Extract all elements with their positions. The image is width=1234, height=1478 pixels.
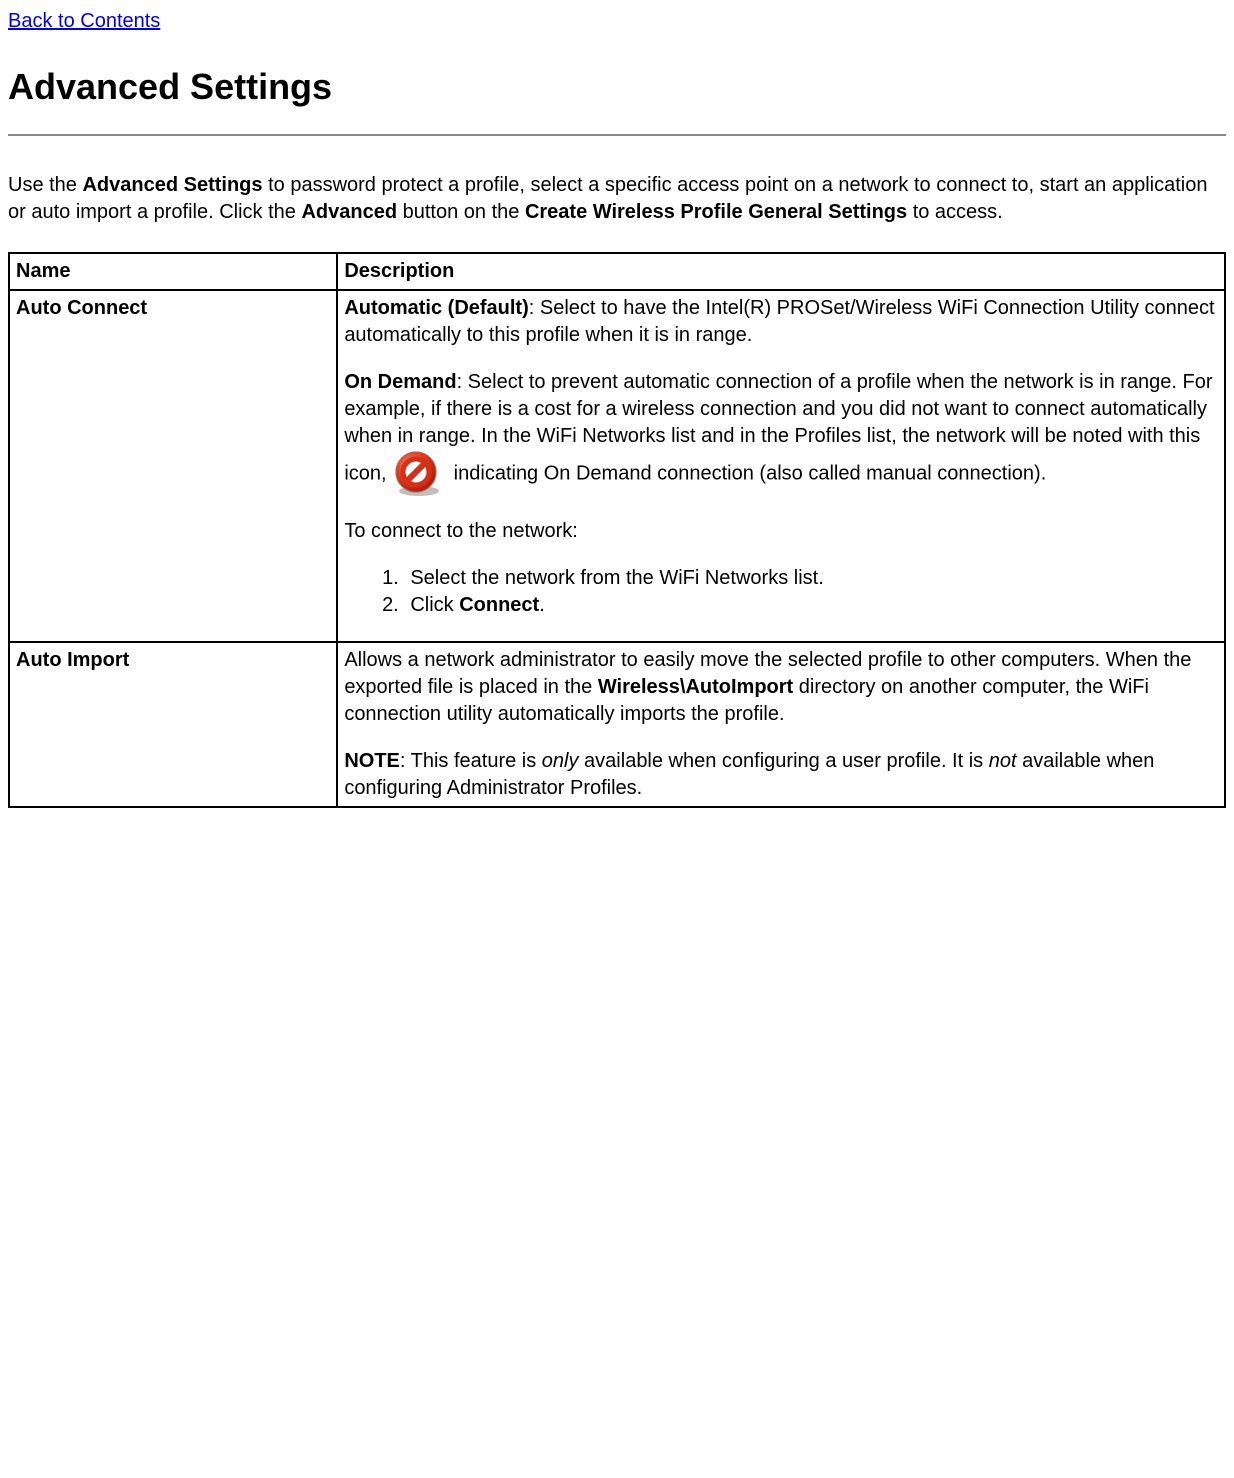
note-bold: NOTE: [344, 750, 400, 772]
intro-text: to access.: [907, 201, 1003, 223]
auto-import-note: NOTE: This feature is only available whe…: [344, 748, 1218, 802]
step2-pre: Click: [410, 594, 459, 616]
on-demand-icon: [392, 450, 446, 498]
table-row: Auto Connect Automatic (Default): Select…: [9, 290, 1225, 642]
back-to-contents-link[interactable]: Back to Contents: [8, 10, 160, 32]
row-name-auto-connect: Auto Connect: [9, 290, 337, 642]
note-text: available when configuring a user profil…: [579, 750, 989, 772]
on-demand-text-after-icon: indicating On Demand connection (also ca…: [448, 462, 1046, 484]
note-text: : This feature is: [400, 750, 542, 772]
automatic-bold: Automatic (Default): [344, 297, 528, 319]
intro-paragraph: Use the Advanced Settings to password pr…: [8, 172, 1226, 226]
page-title: Advanced Settings: [8, 63, 1226, 112]
connect-steps-list: Select the network from the WiFi Network…: [344, 565, 1218, 619]
header-description: Description: [337, 253, 1225, 290]
step2-bold: Connect: [459, 594, 539, 616]
auto-import-para: Allows a network administrator to easily…: [344, 647, 1218, 728]
on-demand-bold: On Demand: [344, 371, 456, 393]
note-italic-only: only: [542, 750, 579, 772]
table-row: Auto Import Allows a network administrat…: [9, 642, 1225, 807]
note-italic-not: not: [989, 750, 1017, 772]
intro-text: Use the: [8, 174, 82, 196]
list-item: Select the network from the WiFi Network…: [404, 565, 1218, 592]
table-header-row: Name Description: [9, 253, 1225, 290]
auto-import-bold-dir: Wireless\AutoImport: [598, 676, 793, 698]
step2-post: .: [539, 594, 545, 616]
desc-automatic: Automatic (Default): Select to have the …: [344, 295, 1218, 349]
header-name: Name: [9, 253, 337, 290]
settings-table: Name Description Auto Connect Automatic …: [8, 252, 1226, 808]
row-name-auto-import: Auto Import: [9, 642, 337, 807]
horizontal-rule: [8, 134, 1226, 136]
intro-text: button on the: [397, 201, 525, 223]
row-desc-auto-import: Allows a network administrator to easily…: [337, 642, 1225, 807]
intro-bold-advanced: Advanced: [301, 201, 397, 223]
desc-on-demand: On Demand: Select to prevent automatic c…: [344, 369, 1218, 498]
row-desc-auto-connect: Automatic (Default): Select to have the …: [337, 290, 1225, 642]
intro-bold-advanced-settings: Advanced Settings: [82, 174, 262, 196]
list-item: Click Connect.: [404, 592, 1218, 619]
to-connect-text: To connect to the network:: [344, 518, 1218, 545]
intro-bold-create-wireless: Create Wireless Profile General Settings: [525, 201, 907, 223]
